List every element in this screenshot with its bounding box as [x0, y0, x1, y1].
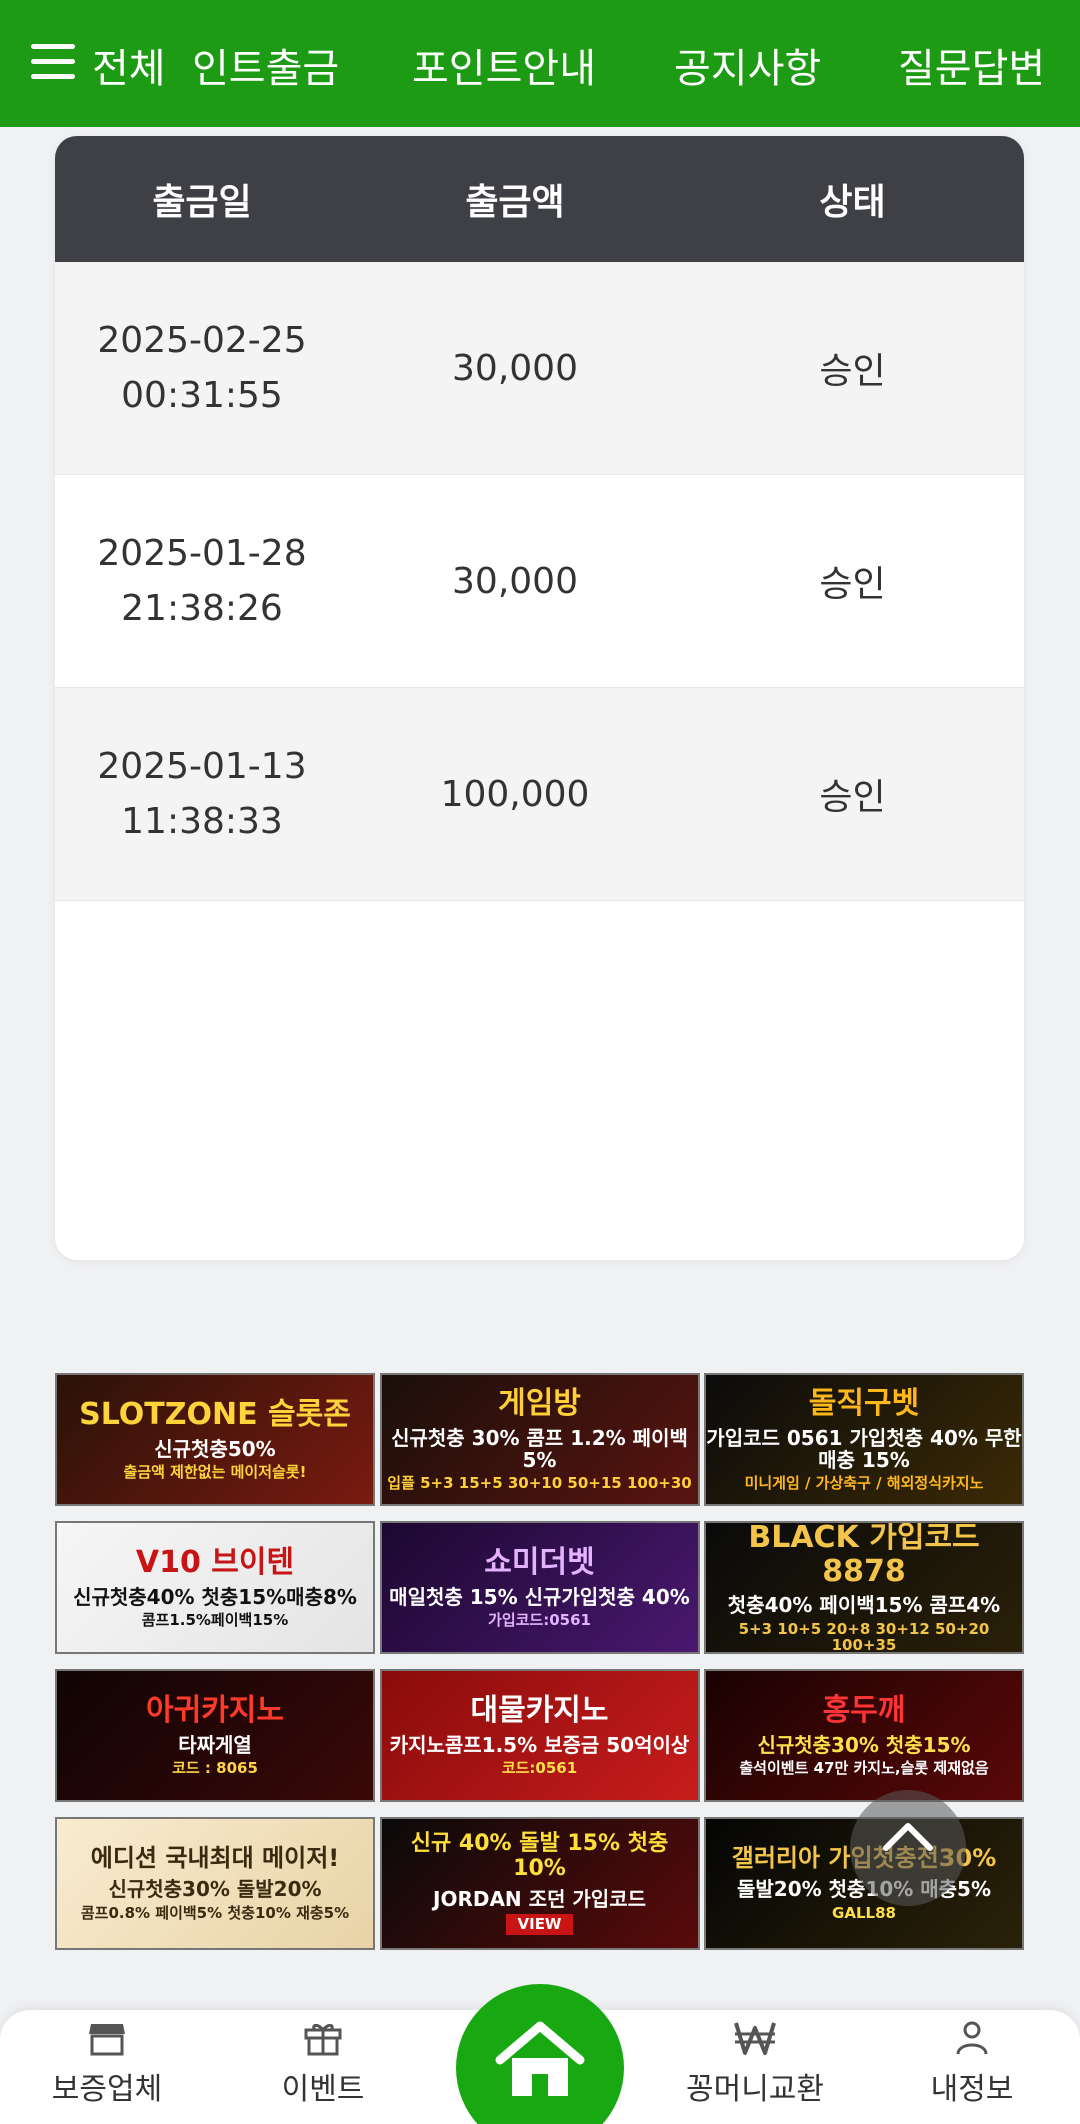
banner-line: 코드:0561 [501, 1759, 578, 1778]
table-header: 출금일 출금액 상태 [55, 136, 1024, 262]
banner-title: 홍두깨 [822, 1693, 906, 1729]
bottom-nav-label: 이벤트 [281, 2072, 365, 2107]
scroll-to-top-button[interactable] [850, 1790, 966, 1906]
banner-line: 콤프1.5%페이백15% [141, 1611, 289, 1630]
row-date-cell: 2025-01-13 11:38:33 [55, 739, 349, 849]
nav-qna[interactable]: 질문답변 [898, 36, 1045, 94]
banner-title: V10 브이텐 [135, 1545, 295, 1581]
banner-v10[interactable]: V10 브이텐 신규첫충40% 첫충15%매충8% 콤프1.5%페이백15% [55, 1521, 375, 1654]
row-time: 00:31:55 [121, 375, 283, 416]
gift-icon [304, 2023, 342, 2056]
banner-title: 아귀카지노 [146, 1693, 284, 1729]
row-amount: 30,000 [452, 347, 578, 389]
banner-agwi-casino[interactable]: 아귀카지노 타짜게열 코드 : 8065 [55, 1669, 375, 1802]
banner-line: JORDAN 조던 가입코드 [433, 1886, 646, 1911]
banner-title: BLACK 가입코드 8878 [748, 1521, 980, 1589]
nav-notice[interactable]: 공지사항 [674, 36, 821, 94]
user-icon [956, 2021, 988, 2055]
banner-showmethebet[interactable]: 쇼미더벳 매일첫충 15% 신규가입첫충 40% 가입코드:0561 [379, 1521, 700, 1654]
banner-line: 출금액 제한없는 메이저슬롯! [123, 1463, 307, 1482]
bottom-nav-label: 보증업체 [51, 2072, 163, 2107]
home-button[interactable] [456, 1984, 624, 2124]
bottom-nav-verified-sites[interactable]: 보증업체 [17, 2020, 197, 2108]
table-row: 2025-01-28 21:38:26 30,000 승인 [55, 475, 1024, 688]
banner-line: 신규첫충30% 돌발20% [108, 1877, 322, 1902]
banner-line: 미니게임 / 가상축구 / 해외정식카지노 [744, 1474, 984, 1493]
chevron-up-icon [883, 1823, 933, 1851]
home-icon [495, 2021, 585, 2096]
nav-withdraw[interactable]: 인트출금 [192, 36, 339, 94]
banner-line: 첫충40% 페이백15% 콤프4% [727, 1593, 1001, 1618]
menu-label[interactable]: 전체 [92, 36, 166, 94]
bottom-nav-events[interactable]: 이벤트 [233, 2020, 413, 2108]
banner-line: 가입코드 0561 가입첫충 40% 무한매충 15% [706, 1425, 1022, 1472]
header-status: 상태 [819, 182, 886, 223]
banner-title: 게임방 [498, 1385, 581, 1421]
top-navigation-bar: 전체 인트출금 포인트안내 공지사항 질문답변 [0, 0, 1080, 127]
row-amount: 30,000 [452, 560, 578, 602]
banner-title: 대물카지노 [470, 1693, 609, 1729]
table-row: 2025-02-25 00:31:55 30,000 승인 [55, 262, 1024, 475]
banner-title: SLOTZONE 슬롯존 [79, 1397, 351, 1433]
banner-line: VIEW [505, 1913, 574, 1935]
banner-edition[interactable]: 에디션 국내최대 메이저! 신규첫충30% 돌발20% 콤프0.8% 페이백5%… [55, 1817, 375, 1950]
banner-doljikgu[interactable]: 돌직구벳 가입코드 0561 가입첫충 40% 무한매충 15% 미니게임 / … [704, 1373, 1024, 1506]
store-icon [89, 2024, 125, 2056]
banner-line: 가입코드:0561 [488, 1611, 591, 1630]
banner-line: 신규첫충30% 첫충15% [757, 1732, 971, 1757]
row-date-cell: 2025-02-25 00:31:55 [55, 313, 349, 423]
bottom-nav-label: 꽁머니교환 [686, 2072, 824, 2107]
banner-line: 출석이벤트 47만 카지노,슬롯 제재없음 [739, 1759, 989, 1778]
row-status: 승인 [819, 777, 886, 818]
row-amount: 100,000 [440, 773, 590, 815]
row-date: 2025-01-28 [97, 533, 307, 574]
row-time: 21:38:26 [121, 588, 283, 629]
banner-line: 신규첫충 30% 콤프 1.2% 페이백 5% [391, 1425, 688, 1472]
header-amount: 출금액 [465, 182, 565, 223]
banner-line: 타짜게열 [178, 1732, 252, 1757]
banner-line: 코드 : 8065 [172, 1759, 258, 1778]
won-icon [734, 2022, 776, 2055]
header-date: 출금일 [152, 182, 252, 223]
banner-line: 신규첫충40% 첫충15%매충8% [73, 1584, 357, 1609]
banner-black[interactable]: BLACK 가입코드 8878 첫충40% 페이백15% 콤프4% 5+3 10… [704, 1521, 1024, 1654]
banner-line: 입플 5+3 15+5 30+10 50+15 100+30 [387, 1474, 692, 1493]
row-status: 승인 [819, 351, 886, 392]
banner-slotzone[interactable]: SLOTZONE 슬롯존 신규첫충50% 출금액 제한없는 메이저슬롯! [55, 1373, 375, 1506]
table-row: 2025-01-13 11:38:33 100,000 승인 [55, 688, 1024, 901]
banner-daemul-casino[interactable]: 대물카지노 카지노콤프1.5% 보증금 50억이상 코드:0561 [379, 1669, 700, 1802]
row-date: 2025-02-25 [97, 320, 307, 361]
banner-title: 쇼미더벳 [484, 1545, 595, 1581]
withdrawal-history-card: 출금일 출금액 상태 2025-02-25 00:31:55 30,000 승인… [55, 136, 1024, 1260]
row-date: 2025-01-13 [97, 746, 307, 787]
nav-point-guide[interactable]: 포인트안내 [412, 36, 596, 94]
banner-title: 신규 40% 돌발 15% 첫충 10% [410, 1831, 669, 1881]
bottom-nav-my-info[interactable]: 내정보 [882, 2020, 1062, 2108]
bottom-nav-label: 내정보 [930, 2072, 1014, 2107]
banner-line: 콤프0.8% 페이백5% 첫충10% 재충5% [80, 1903, 350, 1922]
banner-line: 매일첫충 15% 신규가입첫충 40% [389, 1584, 690, 1609]
banner-jordan[interactable]: 신규 40% 돌발 15% 첫충 10% JORDAN 조던 가입코드 VIEW [379, 1817, 700, 1950]
banner-title: 에디션 국내최대 메이저! [90, 1844, 340, 1873]
row-time: 11:38:33 [121, 801, 283, 842]
banner-line: GALL88 [832, 1903, 896, 1922]
banner-gamebang[interactable]: 게임방 신규첫충 30% 콤프 1.2% 페이백 5% 입플 5+3 15+5 … [379, 1373, 700, 1506]
bottom-nav-point-exchange[interactable]: 꽁머니교환 [665, 2020, 845, 2108]
banner-hongdukkae[interactable]: 홍두깨 신규첫충30% 첫충15% 출석이벤트 47만 카지노,슬롯 제재없음 [704, 1669, 1024, 1802]
hamburger-menu-icon[interactable] [31, 44, 75, 80]
banner-line: 5+3 10+5 20+8 30+12 50+20 100+35 [738, 1619, 990, 1654]
row-date-cell: 2025-01-28 21:38:26 [55, 526, 349, 636]
banner-line: 신규첫충50% [154, 1436, 276, 1461]
banner-line: 카지노콤프1.5% 보증금 50억이상 [389, 1732, 690, 1757]
row-status: 승인 [819, 564, 886, 605]
banner-title: 돌직구벳 [808, 1385, 920, 1421]
